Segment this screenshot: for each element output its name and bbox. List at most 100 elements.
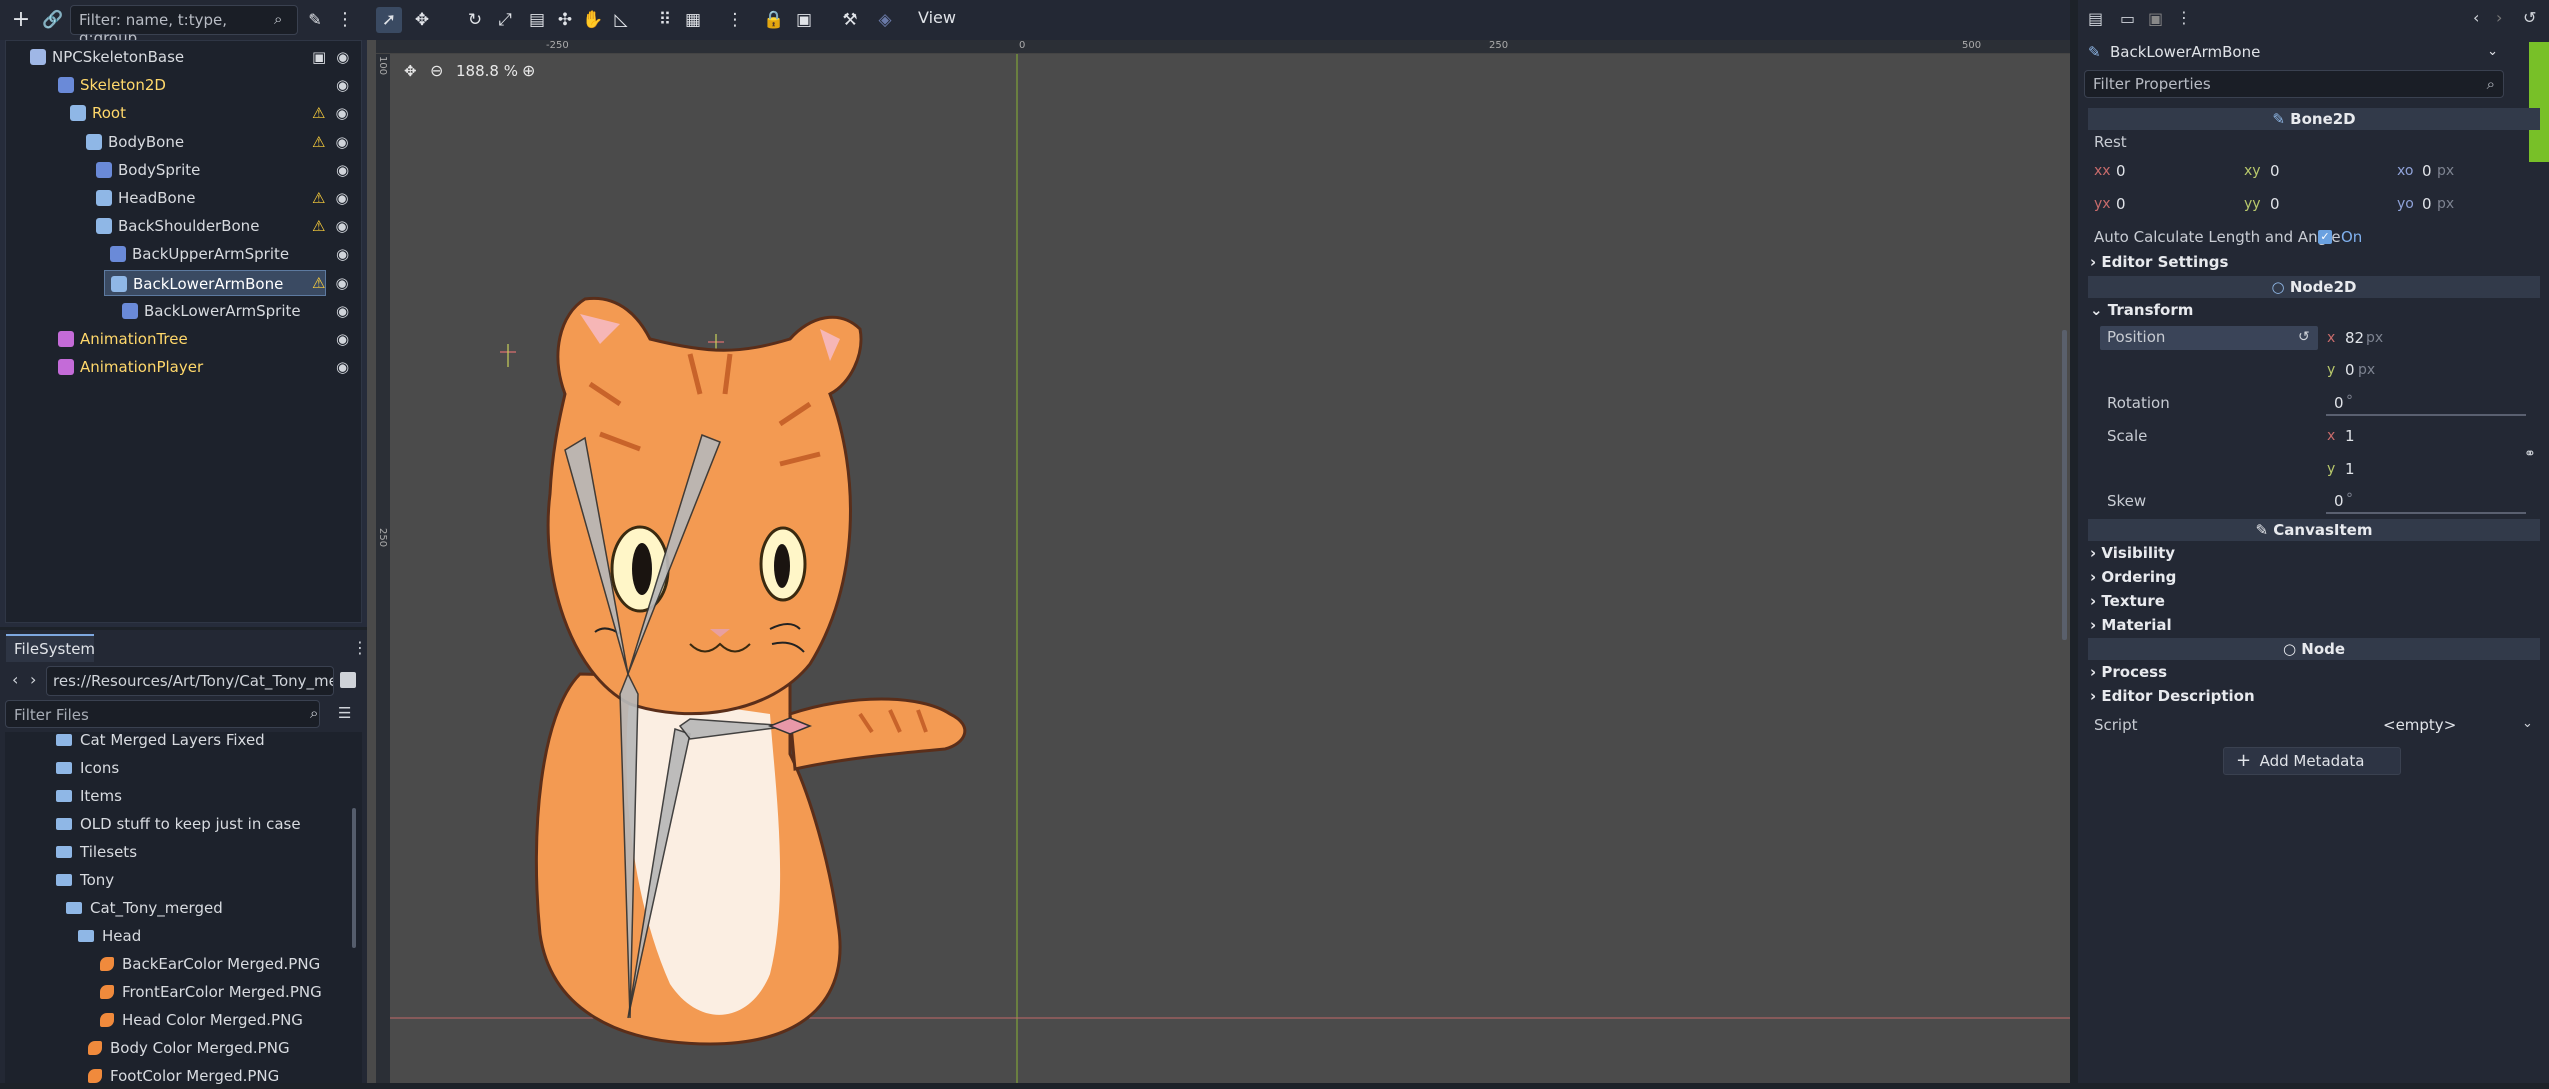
fs-item[interactable]: Head Color Merged.PNG (100, 1007, 303, 1033)
center-view-icon[interactable]: ✥ (404, 62, 417, 80)
rest-yx-field[interactable]: 0 (2116, 195, 2126, 213)
visibility-section[interactable]: › Visibility (2090, 544, 2175, 562)
process-section[interactable]: › Process (2090, 663, 2167, 681)
warning-icon[interactable]: ⚠ (312, 133, 325, 151)
scene-node-row[interactable]: BackLowerArmBone (104, 269, 326, 296)
lock-icon[interactable]: 🔒 (761, 7, 787, 33)
revert-icon[interactable]: ↺ (2298, 329, 2310, 345)
warning-icon[interactable]: ⚠ (312, 274, 325, 292)
warning-icon[interactable]: ⚠ (312, 217, 325, 235)
pivot-tool-icon[interactable]: ✣ (552, 7, 578, 33)
inspector-node-selector[interactable]: ✎ BackLowerArmBone ⌄ (2084, 38, 2504, 66)
pan-tool-icon[interactable]: ✋ (580, 7, 606, 33)
smart-snap-icon[interactable]: ⠿ (652, 7, 678, 33)
rest-xy-field[interactable]: 0 (2270, 162, 2280, 180)
ordering-section[interactable]: › Ordering (2090, 568, 2176, 586)
scene-node-row[interactable]: BackLowerArmSprite (122, 298, 301, 324)
visibility-eye-icon[interactable]: ◉ (335, 274, 348, 292)
viewport-scrollbar[interactable] (2062, 330, 2067, 640)
save-icon[interactable]: ▣ (2148, 9, 2163, 28)
fs-item[interactable]: Tony (56, 867, 114, 893)
ruler-tool-icon[interactable]: ▤ (524, 7, 550, 33)
script-field[interactable]: <empty> (2383, 716, 2456, 734)
section-canvasitem[interactable]: ✎ CanvasItem (2088, 519, 2540, 541)
fs-item[interactable]: FrontEarColor Merged.PNG (100, 979, 322, 1005)
visibility-eye-icon[interactable]: ◉ (335, 189, 348, 207)
visibility-eye-icon[interactable]: ◉ (336, 48, 349, 66)
history-icon[interactable]: ↺ (2523, 8, 2536, 27)
rotation-slider[interactable] (2326, 414, 2526, 416)
section-node2d[interactable]: ○ Node2D (2088, 276, 2540, 298)
editor-settings-section[interactable]: › Editor Settings (2090, 253, 2228, 271)
script-icon[interactable]: ✎ (300, 6, 330, 34)
fs-item[interactable]: Tilesets (56, 839, 137, 865)
rest-yy-field[interactable]: 0 (2270, 195, 2280, 213)
split-view-icon[interactable] (340, 672, 356, 688)
rest-xo-field[interactable]: 0 (2422, 162, 2432, 180)
scene-node-row[interactable]: Skeleton2D (58, 72, 166, 98)
fs-path-field[interactable]: res://Resources/Art/Tony/Cat_Tony_merg (46, 666, 334, 696)
warning-icon[interactable]: ⚠ (312, 104, 325, 122)
add-metadata-button[interactable]: + Add Metadata (2223, 747, 2401, 775)
scene-node-row[interactable]: BackUpperArmSprite (110, 241, 289, 267)
property-filter-input[interactable]: Filter Properties ⌕ (2084, 70, 2504, 98)
grid-snap-icon[interactable]: ▦ (680, 7, 706, 33)
history-back-icon[interactable]: ‹ (2473, 8, 2479, 27)
fs-item[interactable]: Body Color Merged.PNG (88, 1035, 290, 1061)
visibility-eye-icon[interactable]: ◉ (336, 358, 349, 376)
open-folder-icon[interactable]: ▭ (2120, 9, 2135, 28)
fs-item[interactable]: Cat Merged Layers Fixed (56, 727, 265, 753)
link-scale-icon[interactable]: ⚭ (2524, 446, 2536, 462)
fs-item[interactable]: FootColor Merged.PNG (88, 1063, 279, 1089)
scene-node-row[interactable]: NPCSkeletonBase (30, 44, 184, 70)
visibility-eye-icon[interactable]: ◉ (336, 161, 349, 179)
zoom-in-icon[interactable]: ⊕ (522, 61, 535, 80)
transform-section[interactable]: ⌄ Transform (2090, 301, 2193, 319)
section-node[interactable]: ○ Node (2088, 638, 2540, 660)
fs-scrollbar[interactable] (352, 808, 356, 948)
material-section[interactable]: › Material (2090, 616, 2172, 634)
rest-yo-field[interactable]: 0 (2422, 195, 2432, 213)
fs-item[interactable]: Cat_Tony_merged (66, 895, 223, 921)
position-y-field[interactable]: 0 (2345, 361, 2355, 379)
group-icon[interactable]: ▣ (791, 7, 817, 33)
select-tool-icon[interactable]: ➚ (376, 7, 402, 33)
scale-y-field[interactable]: 1 (2345, 460, 2355, 478)
scene-node-row[interactable]: BackShoulderBone (96, 213, 259, 239)
view-menu[interactable]: View (918, 8, 956, 27)
snap-options-icon[interactable]: ⋮ (722, 7, 748, 33)
rotation-field[interactable]: 0 (2334, 394, 2344, 412)
scale-x-field[interactable]: 1 (2345, 427, 2355, 445)
rotate-tool-icon[interactable]: ↻ (462, 7, 488, 33)
visibility-eye-icon[interactable]: ◉ (336, 76, 349, 94)
more-options-icon[interactable]: ⋮ (330, 6, 360, 34)
editor-description-section[interactable]: › Editor Description (2090, 687, 2255, 705)
scene-node-row[interactable]: HeadBone (96, 185, 195, 211)
visibility-eye-icon[interactable]: ◉ (336, 330, 349, 348)
auto-calc-checkbox[interactable]: ✓ (2318, 230, 2332, 244)
fs-item[interactable]: Icons (56, 755, 119, 781)
link-icon[interactable]: 🔗 (38, 6, 68, 34)
new-resource-icon[interactable]: ▤ (2088, 9, 2103, 28)
position-x-field[interactable]: 82 (2345, 329, 2364, 347)
zoom-level[interactable]: 188.8 % (456, 62, 518, 80)
scale-tool-icon[interactable]: ⤢ (492, 7, 518, 33)
visibility-eye-icon[interactable]: ◉ (336, 245, 349, 263)
add-node-icon[interactable]: + (6, 6, 36, 34)
script-chevron-icon[interactable]: ⌄ (2522, 716, 2533, 731)
tab-filesystem[interactable]: FileSystem (6, 634, 95, 662)
zoom-out-icon[interactable]: ⊖ (430, 61, 443, 80)
texture-section[interactable]: › Texture (2090, 592, 2165, 610)
fs-item[interactable]: BackEarColor Merged.PNG (100, 951, 320, 977)
bone-tool-icon[interactable]: ⚒ (837, 7, 863, 33)
visibility-eye-icon[interactable]: ◉ (336, 302, 349, 320)
group-icon[interactable]: ▣ (312, 48, 326, 66)
skew-slider[interactable] (2326, 512, 2526, 514)
back-icon[interactable]: ‹ (12, 670, 18, 689)
fs-menu-icon[interactable]: ⋮ (352, 638, 368, 657)
scene-node-row[interactable]: BodyBone (86, 129, 184, 155)
rest-xx-field[interactable]: 0 (2116, 162, 2126, 180)
visibility-eye-icon[interactable]: ◉ (335, 133, 348, 151)
scene-node-row[interactable]: AnimationPlayer (58, 354, 203, 380)
scene-filter-input[interactable]: Filter: name, t:type, g:group (70, 5, 298, 47)
